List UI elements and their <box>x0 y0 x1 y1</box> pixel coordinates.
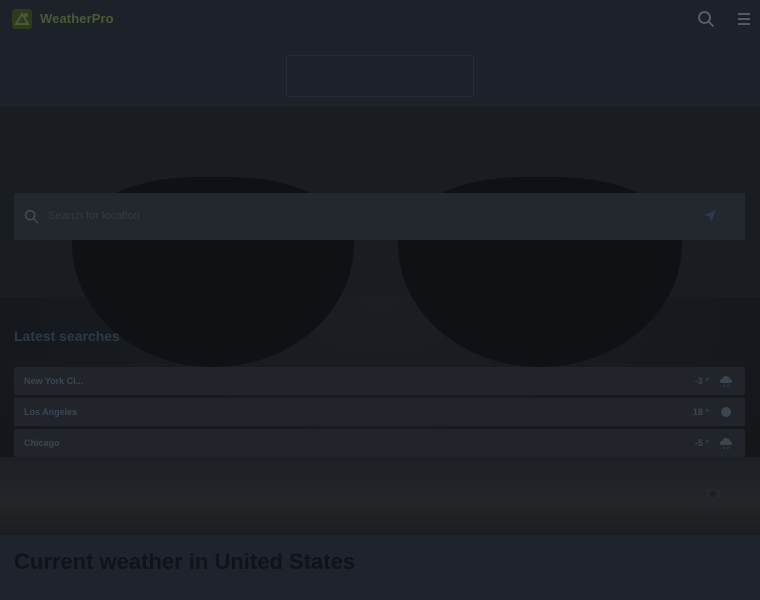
latest-search-item[interactable]: New York Ci... -3 ° <box>14 367 745 395</box>
temperature: 18 ° <box>692 407 709 417</box>
search-icon[interactable] <box>697 10 715 28</box>
city-name: Chicago <box>24 438 60 448</box>
hamburger-menu-icon[interactable] <box>736 11 752 27</box>
latest-search-item[interactable]: Los Angeles 18 ° <box>14 398 745 426</box>
snow-cloud-icon <box>720 438 732 449</box>
latest-searches-title: Latest searches <box>14 328 120 344</box>
location-search-input[interactable] <box>48 206 668 226</box>
search-icon <box>24 209 39 224</box>
city-name: Los Angeles <box>24 407 78 417</box>
city-name: New York Ci... <box>24 376 84 386</box>
top-bar: WeatherPro <box>0 0 760 38</box>
location-arrow-icon[interactable] <box>703 209 717 223</box>
temperature: -5 ° <box>694 438 709 448</box>
hero-ground-image <box>0 457 760 535</box>
weatherpro-logo-icon[interactable] <box>12 9 32 29</box>
site-header: WeatherPro <box>0 0 760 107</box>
ad-placeholder <box>286 55 474 97</box>
temperature: -3 ° <box>694 376 709 386</box>
brand-name[interactable]: WeatherPro <box>40 11 114 26</box>
sun-icon <box>721 407 731 417</box>
camera-icon <box>706 489 720 499</box>
page-title: Current weather in United States <box>14 549 356 574</box>
snow-cloud-icon <box>720 376 732 387</box>
latest-search-item[interactable]: Chicago -5 ° <box>14 429 745 457</box>
hero-banner <box>0 107 760 535</box>
